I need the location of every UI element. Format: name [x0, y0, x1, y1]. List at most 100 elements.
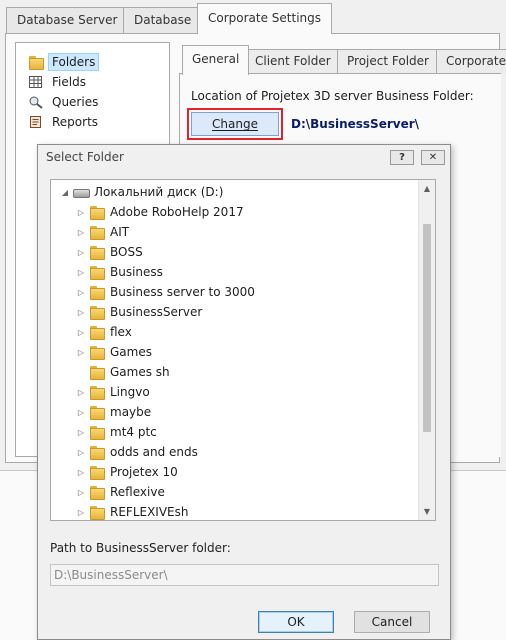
folder-icon — [89, 385, 105, 400]
folder-icon — [89, 485, 105, 500]
folder-tree: ◢ Локальний диск (D:) ▷ Adobe RoboHelp 20… — [50, 179, 436, 521]
tab-database-server[interactable]: Database Server — [6, 7, 129, 34]
folder-label: Business server to 3000 — [110, 285, 255, 299]
folder-list-item[interactable]: Games sh — [77, 363, 170, 381]
folder-label: Adobe RoboHelp 2017 — [110, 205, 244, 219]
tab-client-folder[interactable]: Client Folder — [245, 49, 341, 74]
location-label: Location of Projetex 3D server Business … — [191, 89, 474, 103]
dialog-title: Select Folder — [46, 150, 124, 164]
expand-arrow-icon[interactable]: ▷ — [77, 468, 85, 477]
fields-grid-icon — [28, 75, 44, 89]
folder-list-item[interactable]: ▷ maybe — [77, 403, 151, 421]
collapse-arrow-icon[interactable]: ◢ — [61, 188, 69, 197]
drive-icon — [73, 186, 90, 198]
expand-arrow-icon[interactable]: ▷ — [77, 248, 85, 257]
close-button[interactable]: ✕ — [421, 150, 445, 165]
folder-list-item[interactable]: ▷ odds and ends — [77, 443, 198, 461]
inner-tab-bar: General Client Folder Project Folder Cor… — [181, 44, 506, 75]
tab-corporate[interactable]: Corporate — [436, 49, 506, 74]
folder-label: AIT — [110, 225, 130, 239]
folder-list-item[interactable]: ▷ Business — [77, 263, 163, 281]
tab-general[interactable]: General — [182, 45, 250, 75]
folder-icon — [89, 225, 105, 240]
expand-arrow-icon[interactable]: ▷ — [77, 228, 85, 237]
folder-label: Projetex 10 — [110, 465, 178, 479]
expand-arrow-icon[interactable]: ▷ — [77, 508, 85, 517]
scroll-down-arrow-icon[interactable]: ▼ — [419, 503, 435, 520]
folder-label: Lingvo — [110, 385, 150, 399]
folder-icon — [89, 365, 105, 380]
folder-icon — [89, 265, 105, 280]
folder-icon — [89, 465, 105, 480]
folder-label: odds and ends — [110, 445, 198, 459]
scroll-up-arrow-icon[interactable]: ▲ — [419, 180, 435, 197]
folder-icon — [89, 325, 105, 340]
tab-database[interactable]: Database — [123, 7, 203, 34]
folder-icon — [89, 505, 105, 520]
expand-arrow-icon[interactable]: ▷ — [77, 208, 85, 217]
folder-list-item[interactable]: ▷ Reflexive — [77, 483, 165, 501]
folder-icon — [89, 345, 105, 360]
tree-item-fields[interactable]: Fields — [28, 73, 90, 91]
path-label: Path to BusinessServer folder: — [50, 541, 231, 555]
queries-icon — [28, 95, 44, 109]
folder-list-item[interactable]: ▷ BusinessServer — [77, 303, 202, 321]
expand-arrow-icon[interactable]: ▷ — [77, 328, 85, 337]
cancel-button[interactable]: Cancel — [354, 611, 430, 633]
folder-icon — [89, 285, 105, 300]
folder-label: flex — [110, 325, 132, 339]
select-folder-dialog: Select Folder ? ✕ ◢ Локальний диск (D:) … — [37, 144, 451, 640]
expand-arrow-icon[interactable]: ▷ — [77, 428, 85, 437]
tree-item-queries[interactable]: Queries — [28, 93, 102, 111]
tree-item-label: Fields — [52, 75, 86, 89]
path-field[interactable] — [50, 564, 439, 586]
folder-icon — [89, 245, 105, 260]
folder-label: Reflexive — [110, 485, 165, 499]
folder-list-item[interactable]: ▷ mt4 ptc — [77, 423, 157, 441]
folder-icon — [28, 55, 44, 70]
tab-project-folder[interactable]: Project Folder — [337, 49, 439, 74]
folder-list-item[interactable]: ▷ BOSS — [77, 243, 143, 261]
ok-button[interactable]: OK — [258, 611, 334, 633]
tree-scrollbar[interactable]: ▲ ▼ — [418, 180, 435, 520]
expand-arrow-icon[interactable]: ▷ — [77, 268, 85, 277]
change-button[interactable]: Change — [191, 112, 279, 136]
tree-drive-d[interactable]: ◢ Локальний диск (D:) — [61, 183, 223, 201]
folder-list-item[interactable]: ▷ Games — [77, 343, 152, 361]
reports-icon — [28, 115, 44, 129]
folder-list-item[interactable]: ▷ flex — [77, 323, 132, 341]
tree-item-label: Folders — [48, 53, 100, 71]
expand-arrow-icon[interactable]: ▷ — [77, 388, 85, 397]
folder-icon — [89, 405, 105, 420]
help-button[interactable]: ? — [390, 150, 414, 165]
folder-label: mt4 ptc — [110, 425, 157, 439]
tree-item-reports[interactable]: Reports — [28, 113, 102, 131]
folder-label: Games — [110, 345, 152, 359]
expand-arrow-icon[interactable]: ▷ — [77, 288, 85, 297]
folder-list-item[interactable]: ▷ AIT — [77, 223, 129, 241]
folder-list-item[interactable]: ▷ Projetex 10 — [77, 463, 178, 481]
drive-label: Локальний диск (D:) — [94, 185, 224, 199]
expand-arrow-icon[interactable]: ▷ — [77, 488, 85, 497]
folder-list-item[interactable]: ▷ Lingvo — [77, 383, 150, 401]
expand-arrow-icon[interactable]: ▷ — [77, 448, 85, 457]
expand-arrow-icon[interactable]: ▷ — [77, 308, 85, 317]
tree-item-label: Reports — [52, 115, 99, 129]
expand-arrow-icon[interactable]: ▷ — [77, 408, 85, 417]
business-folder-path: D:\BusinessServer\ — [291, 117, 420, 131]
folder-list-item[interactable]: ▷ Business server to 3000 — [77, 283, 255, 301]
folder-icon — [89, 425, 105, 440]
folder-label: Games sh — [110, 365, 170, 379]
tree-item-folders[interactable]: Folders — [28, 53, 100, 71]
top-tab-bar: Database Server Database Corporate Setti… — [0, 0, 506, 34]
folder-label: BusinessServer — [110, 305, 203, 319]
folder-icon — [89, 445, 105, 460]
tab-corporate-settings[interactable]: Corporate Settings — [197, 3, 333, 34]
folder-icon — [89, 205, 105, 220]
folder-label: REFLEXIVEsh — [110, 505, 189, 519]
folder-list-item[interactable]: ▷ Adobe RoboHelp 2017 — [77, 203, 244, 221]
folder-list-item[interactable]: ▷ REFLEXIVEsh — [77, 503, 189, 520]
scrollbar-thumb[interactable] — [423, 224, 431, 432]
expand-arrow-icon[interactable]: ▷ — [77, 348, 85, 357]
folder-icon — [89, 305, 105, 320]
